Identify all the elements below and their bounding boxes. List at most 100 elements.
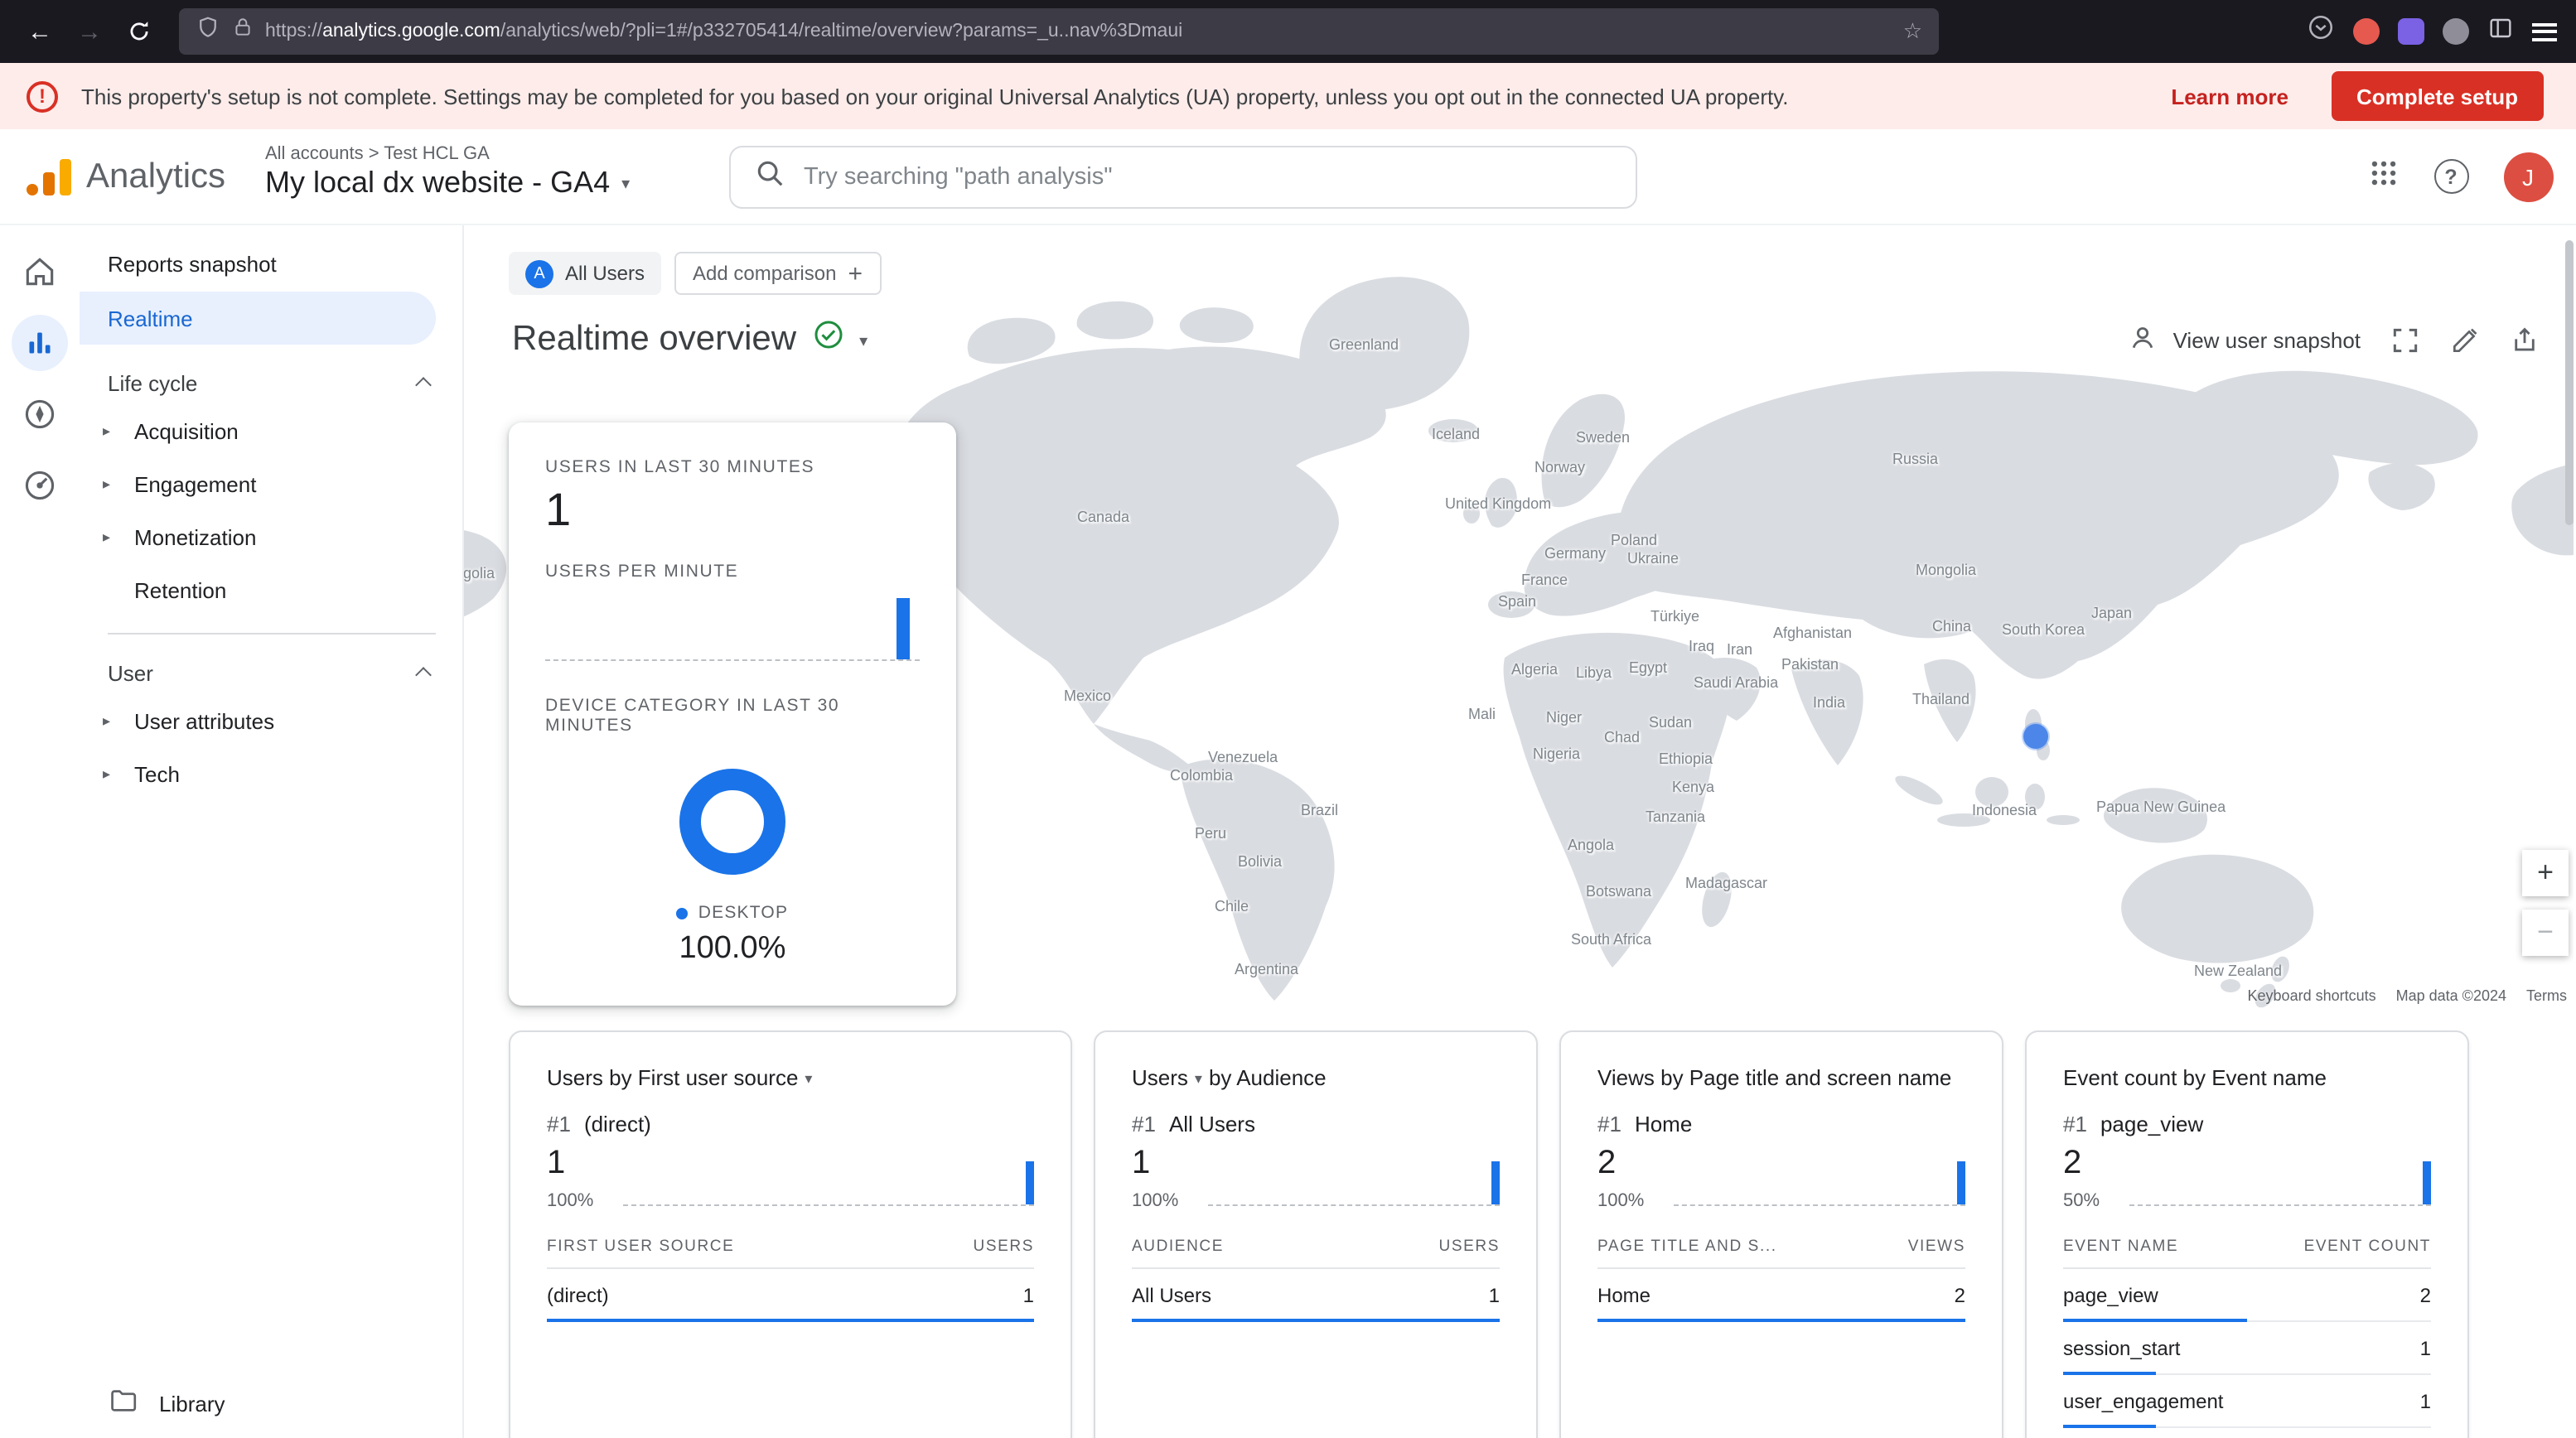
url-bar[interactable]: https://analytics.google.com/analytics/w… <box>179 8 1939 55</box>
nav-divider <box>108 633 436 635</box>
page-scrollbar[interactable] <box>2564 240 2573 525</box>
nav-item-retention[interactable]: Retention <box>80 563 462 616</box>
cards-row: Users by First user source▾#1(direct)110… <box>509 1030 2469 1438</box>
map-country-label: Algeria <box>1511 661 1558 678</box>
card-title-segment[interactable]: Users <box>1132 1065 1188 1090</box>
card-title[interactable]: Event count by Event name <box>2063 1065 2431 1090</box>
lock-icon[interactable] <box>232 17 254 46</box>
help-icon[interactable]: ? <box>2433 159 2468 194</box>
explore-icon[interactable] <box>3 378 76 449</box>
table-row[interactable]: page_view2 <box>2063 1269 2431 1322</box>
nav-section-user[interactable]: User <box>80 651 462 694</box>
nav-item-engagement[interactable]: ▸Engagement <box>80 457 462 510</box>
users-per-minute-label: USERS PER MINUTE <box>545 562 920 581</box>
extension-icon-red[interactable] <box>2352 18 2379 45</box>
map-country-label: Madagascar <box>1685 875 1767 891</box>
search-bar[interactable] <box>729 146 1637 209</box>
map-country-label: Chad <box>1604 729 1640 746</box>
sparkline <box>2129 1150 2431 1206</box>
product-name: Analytics <box>86 157 225 196</box>
table-row[interactable]: session_start1 <box>2063 1322 2431 1375</box>
apps-grid-icon[interactable] <box>2367 157 2399 196</box>
card-title-segment[interactable]: Users by First user source <box>547 1065 798 1090</box>
card-title[interactable]: Users by First user source▾ <box>547 1065 1034 1090</box>
app-header: Analytics All accounts > Test HCL GA My … <box>0 129 2576 225</box>
reports-icon[interactable] <box>3 306 76 378</box>
view-user-snapshot-button[interactable]: View user snapshot <box>2127 321 2361 360</box>
realtime-summary-card: USERS IN LAST 30 MINUTES 1 USERS PER MIN… <box>509 422 956 1006</box>
nav-item-user-attributes[interactable]: ▸User attributes <box>80 694 462 747</box>
extension-icon-purple[interactable] <box>2397 18 2424 45</box>
row-name: page_view <box>2063 1284 2158 1307</box>
map-country-label: Mongolia <box>464 565 495 581</box>
report-card-4: Event count by Event name#1page_view250%… <box>2025 1030 2469 1438</box>
data-quality-check-icon[interactable] <box>811 318 844 360</box>
sidebar-icon[interactable] <box>2487 14 2513 49</box>
zoom-in-button[interactable]: + <box>2522 850 2569 896</box>
table-row[interactable]: user_engagement1 <box>2063 1375 2431 1428</box>
nav-item-tech[interactable]: ▸Tech <box>80 747 462 800</box>
map-country-label: Egypt <box>1629 659 1667 676</box>
back-icon[interactable]: ← <box>17 8 63 55</box>
learn-more-link[interactable]: Learn more <box>2171 84 2288 109</box>
nav-item-acquisition[interactable]: ▸Acquisition <box>80 404 462 457</box>
nav-item-reports-snapshot[interactable]: Reports snapshot <box>80 239 462 288</box>
advertising-icon[interactable] <box>3 449 76 520</box>
nav-item-realtime[interactable]: Realtime <box>80 292 436 345</box>
customize-report-icon[interactable] <box>2448 325 2480 356</box>
search-input[interactable] <box>804 164 1612 191</box>
map-country-label: Brazil <box>1301 802 1338 818</box>
top-item-row: #1(direct) <box>547 1112 1034 1136</box>
map-country-label: Thailand <box>1912 691 1969 707</box>
extension-icon-gray[interactable] <box>2442 18 2468 45</box>
row-share-bar <box>2063 1425 2155 1428</box>
bookmark-star-icon[interactable]: ☆ <box>1903 18 1922 45</box>
caret-down-icon[interactable]: ▾ <box>859 327 868 350</box>
device-legend: DESKTOP <box>545 903 920 923</box>
account-selector[interactable]: All accounts > Test HCL GA My local dx w… <box>265 144 630 200</box>
fullscreen-icon[interactable] <box>2389 325 2420 356</box>
keyboard-shortcuts-link[interactable]: Keyboard shortcuts <box>2248 987 2376 1004</box>
comparison-chip-all-users[interactable]: A All Users <box>509 252 661 295</box>
map-country-label: Chile <box>1215 898 1249 914</box>
complete-setup-button[interactable]: Complete setup <box>2332 71 2543 121</box>
nav-item-monetization[interactable]: ▸Monetization <box>80 510 462 563</box>
table-row[interactable]: (direct)1 <box>547 1269 1034 1322</box>
metric-row: 250% <box>2063 1145 2431 1211</box>
table-row[interactable]: All Users1 <box>1132 1269 1500 1322</box>
map-country-label: Nigeria <box>1533 746 1580 762</box>
nav-section-life-cycle[interactable]: Life cycle <box>80 361 462 404</box>
search-icon <box>754 157 785 197</box>
column-header-name: AUDIENCE <box>1132 1238 1224 1256</box>
url-text[interactable]: https://analytics.google.com/analytics/w… <box>265 22 1892 41</box>
zoom-out-button[interactable]: − <box>2522 910 2569 956</box>
top-item-label: (direct) <box>584 1112 651 1136</box>
card-title-segment[interactable]: by Audience <box>1209 1065 1327 1090</box>
terms-link[interactable]: Terms <box>2526 987 2567 1004</box>
nav-item-library[interactable]: Library <box>108 1385 225 1421</box>
chevron-up-icon <box>415 377 432 393</box>
report-card-1: Users by First user source▾#1(direct)110… <box>509 1030 1072 1438</box>
table-row[interactable]: Home2 <box>1597 1269 1965 1322</box>
analytics-logo-icon[interactable] <box>27 157 71 195</box>
menu-icon[interactable] <box>2531 22 2556 41</box>
property-name[interactable]: My local dx website - GA4 <box>265 166 610 200</box>
home-icon[interactable] <box>3 235 76 306</box>
pocket-icon[interactable] <box>2306 13 2334 50</box>
plus-icon: + <box>848 259 863 287</box>
tracking-shield-icon[interactable] <box>196 15 220 48</box>
expand-triangle-icon: ▸ <box>103 528 134 546</box>
share-icon[interactable] <box>2508 325 2540 356</box>
breadcrumb[interactable]: All accounts > Test HCL GA <box>265 144 630 164</box>
user-snapshot-icon <box>2127 321 2160 360</box>
card-title[interactable]: Users▾ by Audience <box>1132 1065 1500 1090</box>
metric-row: 2100% <box>1597 1145 1965 1211</box>
card-title-segment[interactable]: Event count by Event name <box>2063 1065 2327 1090</box>
forward-icon[interactable]: → <box>66 8 113 55</box>
add-comparison-chip[interactable]: Add comparison + <box>674 252 881 295</box>
reload-icon[interactable] <box>116 8 162 55</box>
card-title-segment[interactable]: Views by Page title and screen name <box>1597 1065 1951 1090</box>
sparkline <box>1208 1150 1500 1206</box>
avatar[interactable]: J <box>2503 152 2553 201</box>
card-title[interactable]: Views by Page title and screen name <box>1597 1065 1965 1090</box>
